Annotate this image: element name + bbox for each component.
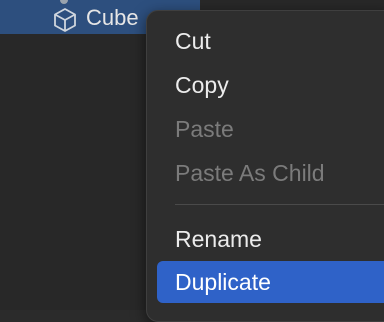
menu-item-cut[interactable]: Cut: [157, 20, 384, 62]
hierarchy-item-label: Cube: [86, 5, 139, 30]
menu-separator: [175, 204, 384, 205]
menu-item-label: Paste As Child: [175, 160, 325, 186]
menu-item-duplicate[interactable]: Duplicate: [157, 261, 384, 303]
context-menu: Cut Copy Paste Paste As Child Rename Dup…: [146, 10, 384, 322]
menu-item-paste: Paste: [157, 108, 384, 150]
menu-item-copy[interactable]: Copy: [157, 64, 384, 106]
menu-item-paste-as-child: Paste As Child: [157, 152, 384, 194]
parent-item-icon: [60, 0, 68, 4]
menu-item-label: Cut: [175, 28, 211, 54]
menu-item-label: Paste: [175, 116, 234, 142]
menu-item-label: Copy: [175, 72, 229, 98]
cube-icon: [54, 8, 76, 32]
menu-item-rename[interactable]: Rename: [157, 218, 384, 260]
menu-item-label: Rename: [175, 226, 262, 252]
menu-item-label: Duplicate: [175, 269, 271, 295]
